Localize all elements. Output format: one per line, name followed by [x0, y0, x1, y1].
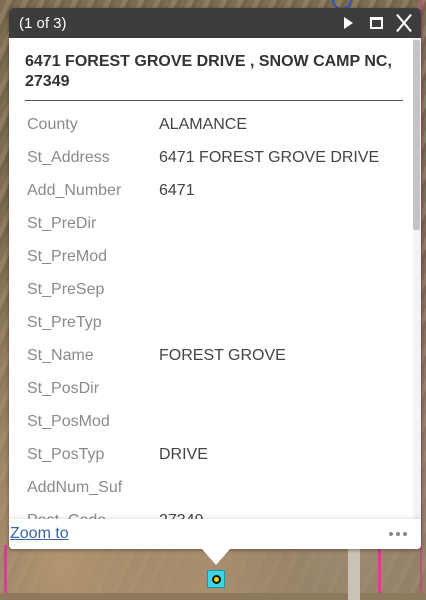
attribute-value: [159, 412, 379, 445]
table-row: AddNum_Suf: [27, 478, 379, 511]
attribute-table: County ALAMANCE St_Address 6471 FOREST GROV…: [27, 115, 379, 519]
attribute-key: St_PreTyp: [27, 314, 102, 331]
popup-footer: Zoom to: [9, 519, 421, 549]
attribute-key: County: [27, 116, 78, 133]
attribute-key: St_PosTyp: [27, 446, 105, 463]
marker-dot-icon: [211, 574, 221, 584]
close-icon: [396, 14, 412, 32]
table-row: Add_Number 6471: [27, 181, 379, 214]
attribute-value: [159, 280, 379, 313]
attribute-key: St_PosMod: [27, 413, 110, 430]
table-row: County ALAMANCE: [27, 115, 379, 148]
attribute-value: FOREST GROVE: [159, 347, 286, 364]
page-count: (1 of 3): [19, 14, 67, 32]
table-row: Post_Code27349: [27, 511, 379, 519]
close-button[interactable]: [393, 12, 415, 34]
maximize-icon: [369, 17, 383, 29]
map-boundary-line: [378, 545, 381, 593]
attribute-key: Add_Number: [27, 182, 122, 199]
map-road: [348, 540, 360, 600]
table-row: St_PreMod: [27, 247, 379, 280]
attribute-value: 27349: [159, 511, 379, 519]
attribute-key: St_PosDir: [27, 380, 100, 397]
attribute-value: ALAMANCE: [159, 116, 248, 133]
attribute-value: 6471 FOREST GROVE DRIVE: [159, 149, 380, 166]
table-row: St_Address 6471 FOREST GROVE DRIVE: [27, 148, 379, 181]
attribute-key: Post_Code: [27, 511, 159, 519]
selected-feature-marker[interactable]: [207, 570, 225, 588]
table-row: St_PosMod: [27, 412, 379, 445]
popup-header: (1 of 3): [9, 8, 421, 38]
popup-title: 6471 FOREST GROVE DRIVE , SNOW CAMP NC, …: [25, 52, 403, 101]
popup-body[interactable]: 6471 FOREST GROVE DRIVE , SNOW CAMP NC, …: [9, 38, 421, 519]
attribute-value: [159, 478, 379, 511]
table-row: St_PosDir: [27, 379, 379, 412]
attribute-value: [159, 247, 379, 280]
table-row: St_PosTyp DRIVE: [27, 445, 379, 478]
table-row: St_PreTyp: [27, 313, 379, 346]
maximize-button[interactable]: [365, 12, 387, 34]
attribute-key: St_PreMod: [27, 248, 108, 265]
scrollbar-thumb[interactable]: [413, 40, 420, 230]
attribute-key: St_Address: [27, 149, 110, 166]
play-icon: [343, 17, 353, 29]
attribute-value: [159, 313, 379, 346]
attribute-value: [159, 379, 379, 412]
more-icon[interactable]: [389, 532, 407, 536]
map-boundary-line: [4, 545, 7, 593]
next-feature-button[interactable]: [337, 12, 359, 34]
attribute-value: [159, 214, 379, 247]
table-row: St_PreSep: [27, 280, 379, 313]
attribute-key: St_PreSep: [27, 281, 105, 298]
attribute-key: St_PreDir: [27, 215, 97, 232]
table-row: St_PreDir: [27, 214, 379, 247]
attribute-value: 6471: [159, 182, 195, 199]
attribute-value: DRIVE: [159, 446, 208, 463]
popup-window: (1 of 3) 6471 FOREST GROVE DRIVE , SNOW …: [9, 8, 421, 549]
zoom-to-link[interactable]: Zoom to: [10, 525, 389, 543]
popup-pointer: [202, 549, 230, 565]
attribute-key: AddNum_Suf: [27, 479, 123, 496]
table-row: St_Name FOREST GROVE: [27, 346, 379, 379]
attribute-key: St_Name: [27, 347, 94, 364]
